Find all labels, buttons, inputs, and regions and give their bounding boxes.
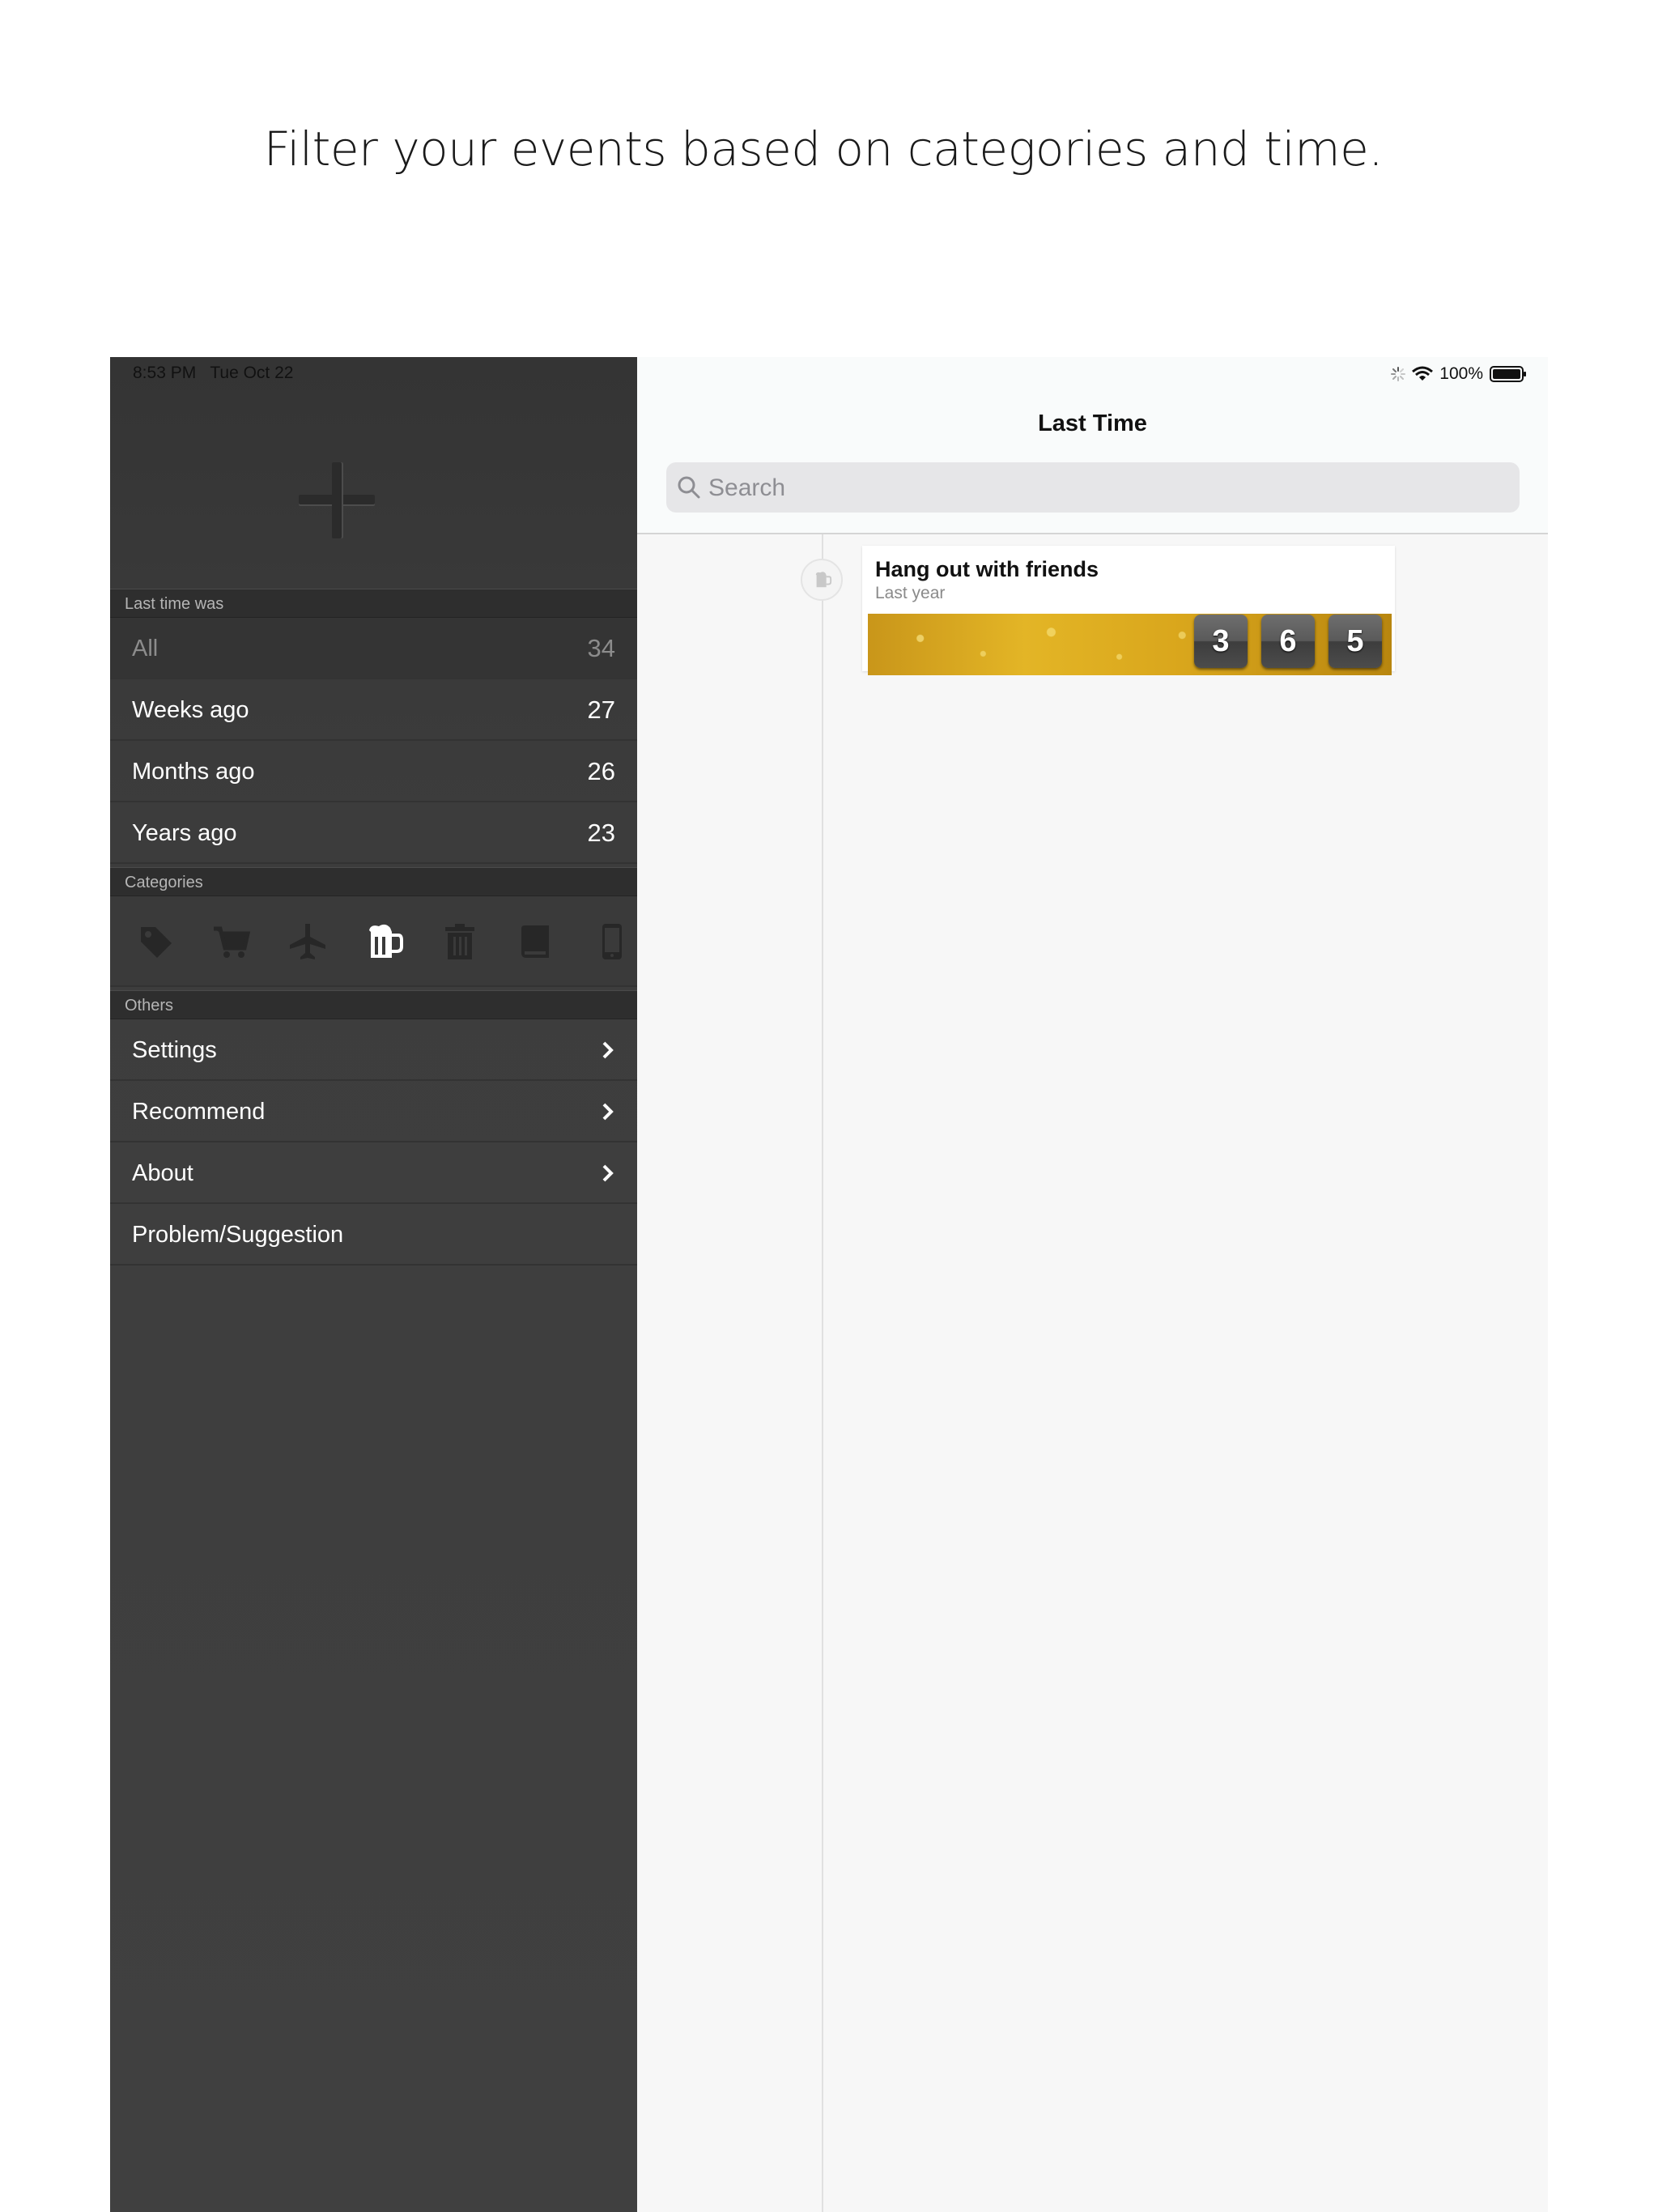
beer-mug-icon[interactable] <box>363 921 405 963</box>
battery-icon <box>1490 366 1526 382</box>
day-digit: 6 <box>1261 615 1315 668</box>
section-header-last-time: Last time was <box>110 589 637 618</box>
beer-mug-icon <box>815 572 832 588</box>
problem-suggestion-row[interactable]: Problem/Suggestion <box>110 1204 637 1266</box>
sidebar: 8:53 PM Tue Oct 22 Last time was All 34 … <box>110 357 637 2212</box>
recommend-label: Recommend <box>132 1099 266 1125</box>
airplane-icon[interactable] <box>287 921 329 963</box>
status-indicators: 100% <box>1391 363 1527 385</box>
filter-label: All <box>132 636 159 661</box>
main-panel: 100% Last Time Search Hang out with frie… <box>637 357 1548 2212</box>
filter-months-ago[interactable]: Months ago 26 <box>110 741 637 802</box>
chevron-right-icon <box>602 1041 614 1059</box>
search-input[interactable] <box>707 462 1503 514</box>
chevron-right-icon <box>602 1103 614 1121</box>
filter-count: 26 <box>587 757 615 785</box>
filter-label: Years ago <box>132 820 237 846</box>
trash-icon[interactable] <box>439 921 481 963</box>
page-title: Last Time <box>1038 410 1147 436</box>
section-header-others: Others <box>110 990 637 1019</box>
timeline-marker <box>801 559 843 601</box>
category-bar <box>110 896 637 987</box>
search-icon <box>678 476 700 499</box>
day-digit: 3 <box>1194 615 1248 668</box>
event-banner-image: 3 6 5 <box>868 614 1392 675</box>
settings-label: Settings <box>132 1037 217 1063</box>
recommend-row[interactable]: Recommend <box>110 1081 637 1142</box>
filter-weeks-ago[interactable]: Weeks ago 27 <box>110 679 637 741</box>
search-bar[interactable] <box>666 462 1520 514</box>
settings-row[interactable]: Settings <box>110 1019 637 1081</box>
wifi-icon <box>1412 366 1434 381</box>
day-digit: 5 <box>1329 615 1382 668</box>
book-icon[interactable] <box>515 921 557 963</box>
status-time: 8:53 PM Tue Oct 22 <box>133 364 293 383</box>
device-screen: 8:53 PM Tue Oct 22 Last time was All 34 … <box>110 357 1548 2212</box>
event-title: Hang out with friends <box>875 557 1099 581</box>
filter-count: 23 <box>587 819 615 847</box>
activity-spinner-icon <box>1391 367 1406 381</box>
problem-suggestion-label: Problem/Suggestion <box>132 1222 344 1248</box>
battery-percentage: 100% <box>1439 364 1483 383</box>
tag-icon[interactable] <box>134 921 176 963</box>
headline: Filter your events based on categories a… <box>263 121 1384 177</box>
filter-label: Weeks ago <box>132 697 249 723</box>
about-label: About <box>132 1160 193 1186</box>
chevron-right-icon <box>602 1164 614 1182</box>
about-row[interactable]: About <box>110 1142 637 1204</box>
status-clock: 8:53 PM <box>133 364 197 382</box>
filter-all[interactable]: All 34 <box>110 618 637 679</box>
event-subtitle: Last year <box>875 584 946 602</box>
status-date: Tue Oct 22 <box>210 364 294 382</box>
section-header-categories: Categories <box>110 867 637 896</box>
cart-icon[interactable] <box>210 921 253 963</box>
filter-count: 34 <box>587 634 615 662</box>
filter-count: 27 <box>587 696 615 724</box>
filter-years-ago[interactable]: Years ago 23 <box>110 802 637 864</box>
nav-bar: 100% Last Time <box>637 357 1548 534</box>
add-event-button[interactable] <box>299 462 375 538</box>
event-card[interactable]: Hang out with friends Last year 3 6 5 <box>862 546 1395 675</box>
phone-icon[interactable] <box>591 921 633 963</box>
timeline-line <box>822 534 823 2212</box>
filter-label: Months ago <box>132 759 255 785</box>
